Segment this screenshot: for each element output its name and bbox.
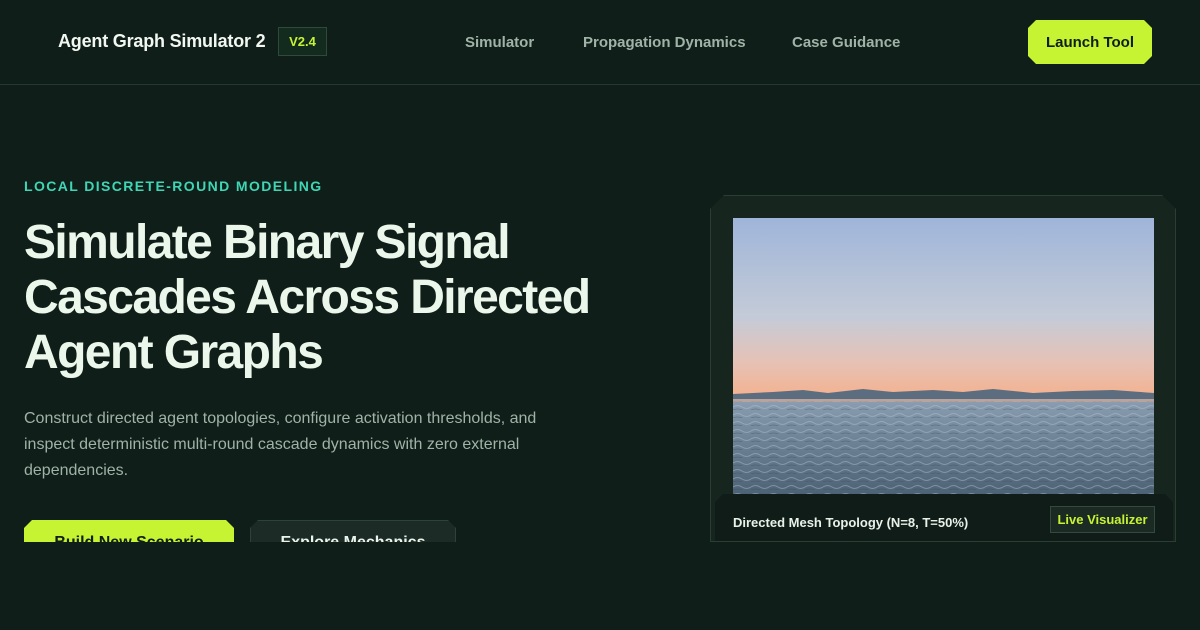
landing-page: Agent Graph Simulator 2 V2.4 Simulator P… — [0, 0, 1200, 630]
hero-eyebrow: LOCAL DISCRETE-ROUND MODELING — [24, 178, 323, 194]
nav-link-simulator[interactable]: Simulator — [465, 34, 534, 51]
launch-tool-button[interactable]: Launch Tool — [1028, 20, 1152, 64]
topology-caption: Directed Mesh Topology (N=8, T=50%) — [733, 515, 969, 530]
build-scenario-button[interactable]: Build New Scenario — [24, 520, 234, 542]
version-badge: V2.4 — [278, 27, 327, 56]
landscape-image — [733, 218, 1154, 494]
hero-actions: Build New Scenario Explore Mechanics — [0, 520, 700, 542]
visualizer-card: Directed Mesh Topology (N=8, T=50%) Live… — [710, 195, 1176, 542]
nav-link-propagation-dynamics[interactable]: Propagation Dynamics — [583, 34, 746, 51]
explore-mechanics-button[interactable]: Explore Mechanics — [250, 520, 456, 542]
hero-title: Simulate Binary Signal Cascades Across D… — [24, 216, 591, 379]
brand-name[interactable]: Agent Graph Simulator 2 — [58, 31, 266, 52]
site-header: Agent Graph Simulator 2 V2.4 Simulator P… — [0, 0, 1200, 85]
visualizer-footer: Directed Mesh Topology (N=8, T=50%) Live… — [715, 494, 1173, 542]
nav-link-case-guidance[interactable]: Case Guidance — [792, 34, 900, 51]
live-visualizer-badge: Live Visualizer — [1050, 506, 1155, 533]
hero-subtitle: Construct directed agent topologies, con… — [24, 410, 537, 479]
